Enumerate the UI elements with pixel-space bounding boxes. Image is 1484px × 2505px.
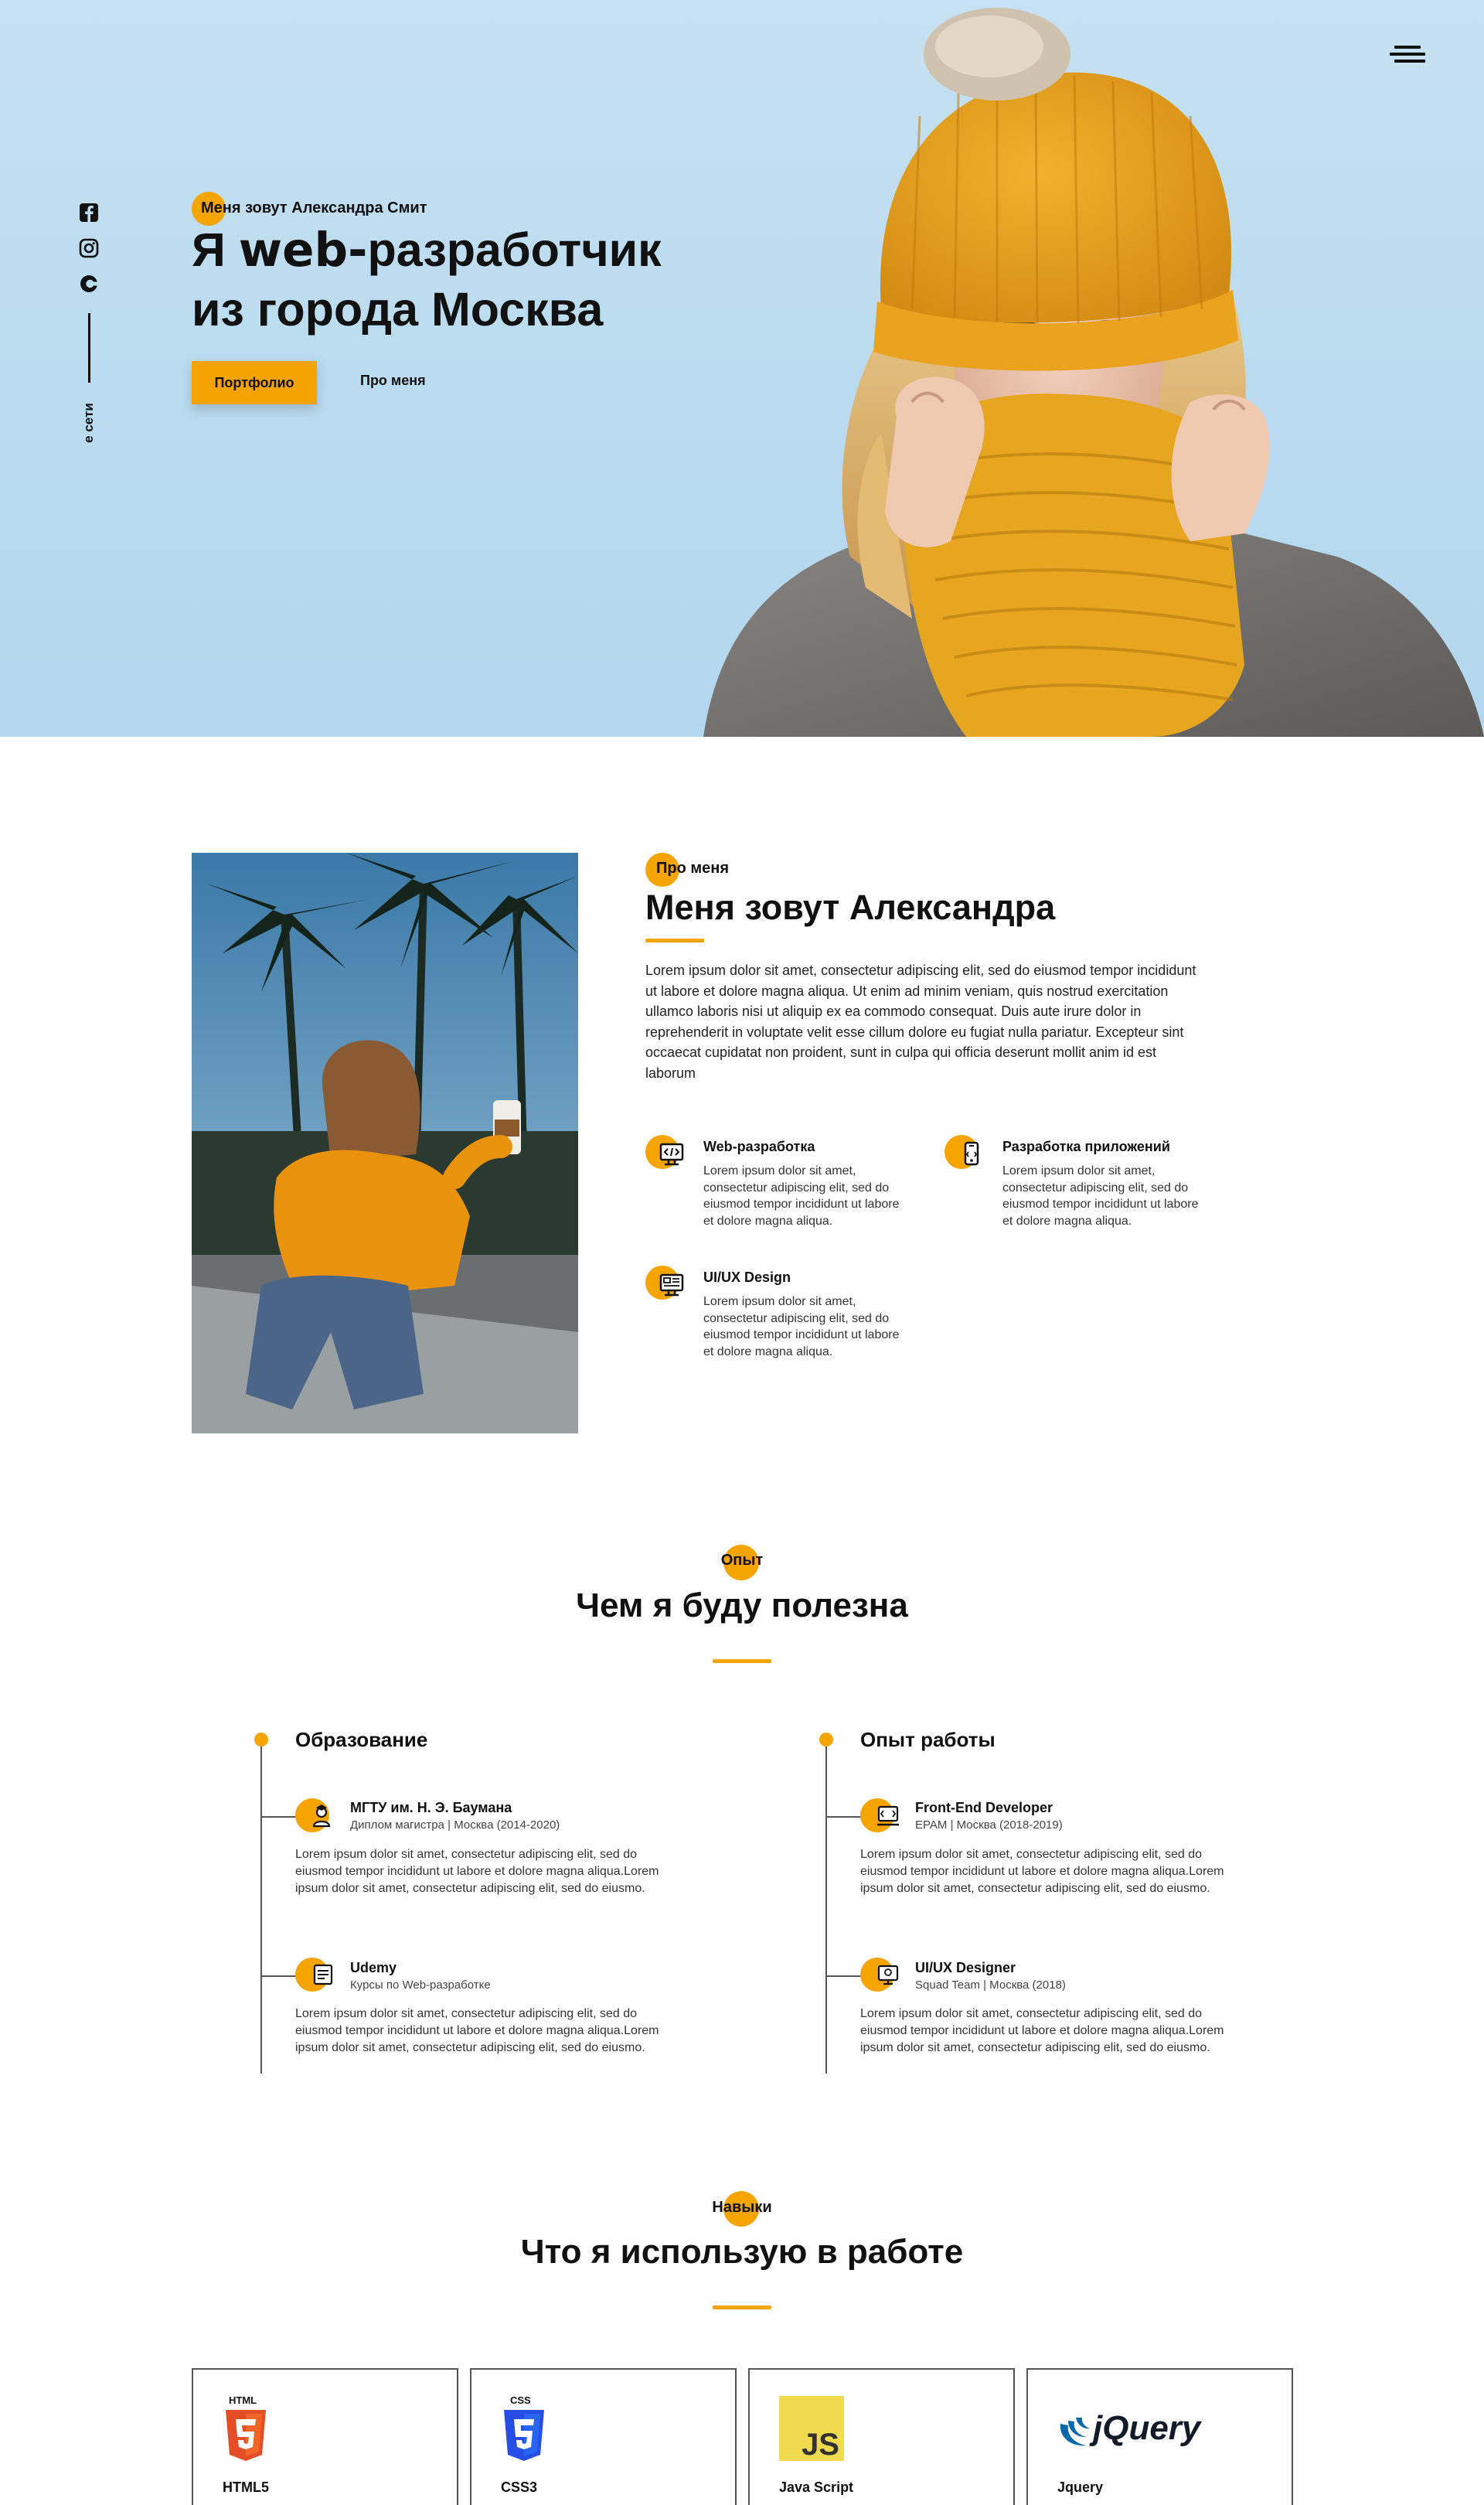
work-text: Lorem ipsum dolor sit amet, consectetur … [860,2007,1224,2054]
mobile-icon [945,1135,979,1169]
service-text: Lorem ipsum dolor sit amet, consectetur … [1002,1164,1199,1228]
hero-title-part1: Я [192,223,239,276]
css3-icon: CSS [504,2394,544,2461]
design-monitor-icon [645,1266,684,1300]
education-sub: Диплом магистра | Москва (2014-2020) [350,1818,560,1832]
social-divider [88,313,90,383]
experience-eyebrow: Опыт [720,1552,764,1569]
about-title: Меня зовут Александра [645,888,1056,927]
code-monitor-icon [645,1135,684,1169]
service-title: UI/UX Design [703,1270,791,1285]
hero-title-bold: web- [238,223,368,278]
designer-icon [860,1958,899,1992]
title-underline [713,2306,771,2309]
timeline-dot [819,1733,833,1747]
work-heading: Опыт работы [860,1728,996,1751]
service-text: Lorem ipsum dolor sit amet, consectetur … [703,1164,900,1228]
jquery-icon: jQuery [1060,2409,1203,2447]
skill-label: CSS3 [501,2479,538,2495]
service-title: Web-разработка [703,1139,815,1154]
title-underline [713,1659,771,1663]
js-logo-text: JS [802,2428,839,2461]
skill-card-css3: CSS CSS3 [470,2368,737,2505]
social-label: е сети [81,403,96,443]
skill-card-html5: HTML HTML5 [192,2368,458,2505]
html5-logo-text: HTML [229,2394,257,2406]
about-eyebrow: Про меня [656,860,730,877]
education-text: Lorem ipsum dolor sit amet, consectetur … [295,1848,659,1895]
education-text: Lorem ipsum dolor sit amet, consectetur … [295,2007,659,2054]
about-text: Lorem ipsum dolor sit amet, consectetur … [645,963,1196,1081]
developer-icon [860,1798,899,1832]
education-heading: Образование [295,1728,428,1751]
skill-label: HTML5 [223,2479,269,2495]
timeline-line [260,1740,262,2074]
javascript-icon: JS [779,2396,844,2461]
work-sub: Squad Team | Москва (2018) [915,1978,1066,1992]
education-sub: Курсы по Web-разработке [350,1978,491,1992]
skill-card-js: JS Java Script [748,2368,1015,2505]
experience-title: Чем я буду полезна [576,1586,908,1624]
service-title: Разработка приложений [1002,1139,1170,1154]
hero-section: е сети Меня зовут Александра Смит Я web-… [0,0,1484,737]
education-title: МГТУ им. Н. Э. Баумана [350,1800,512,1815]
work-title: UI/UX Designer [915,1960,1016,1975]
work-sub: EPAM | Москва (2018-2019) [915,1818,1063,1832]
hero-title-part2: разработчик [367,223,662,276]
service-web: Web-разработка Lorem ipsum dolor sit ame… [645,1132,908,1248]
graduation-icon [295,1798,331,1832]
hero-eyebrow-wrap: Меня зовут Александра Смит [192,190,427,226]
timeline-connector [260,1816,298,1818]
about-me-link[interactable]: Про меня [360,373,426,389]
skill-card-jquery: jQuery Jquery [1026,2368,1293,2505]
timeline-line [825,1740,827,2074]
hero-photo [703,8,1484,737]
html5-icon: HTML [226,2394,266,2461]
timeline-connector [825,1975,863,1977]
skill-label: Jquery [1057,2479,1104,2495]
hero-eyebrow: Меня зовут Александра Смит [201,199,427,216]
timeline-connector [260,1975,298,1977]
codepen-icon[interactable] [79,274,99,294]
service-apps: Разработка приложений Lorem ipsum dolor … [945,1132,1207,1248]
skills-eyebrow: Навыки [712,2199,772,2216]
skills-title: Что я использую в работе [520,2233,964,2271]
jquery-logo-text: jQuery [1089,2409,1203,2447]
about-photo [192,853,578,1433]
css3-logo-text: CSS [510,2394,531,2406]
portfolio-button[interactable]: Портфолио [192,361,317,404]
work-text: Lorem ipsum dolor sit amet, consectetur … [860,1848,1224,1895]
skill-label: Java Script [779,2479,854,2495]
facebook-icon[interactable] [79,203,99,223]
service-text: Lorem ipsum dolor sit amet, consectetur … [703,1295,900,1358]
instagram-icon[interactable] [79,238,99,258]
timeline-dot [254,1733,268,1747]
title-underline [645,939,704,942]
service-uiux: UI/UX Design Lorem ipsum dolor sit amet,… [645,1263,908,1379]
course-icon [295,1958,333,1992]
education-title: Udemy [350,1960,397,1975]
timeline-connector [825,1816,863,1818]
work-title: Front-End Developer [915,1800,1053,1815]
